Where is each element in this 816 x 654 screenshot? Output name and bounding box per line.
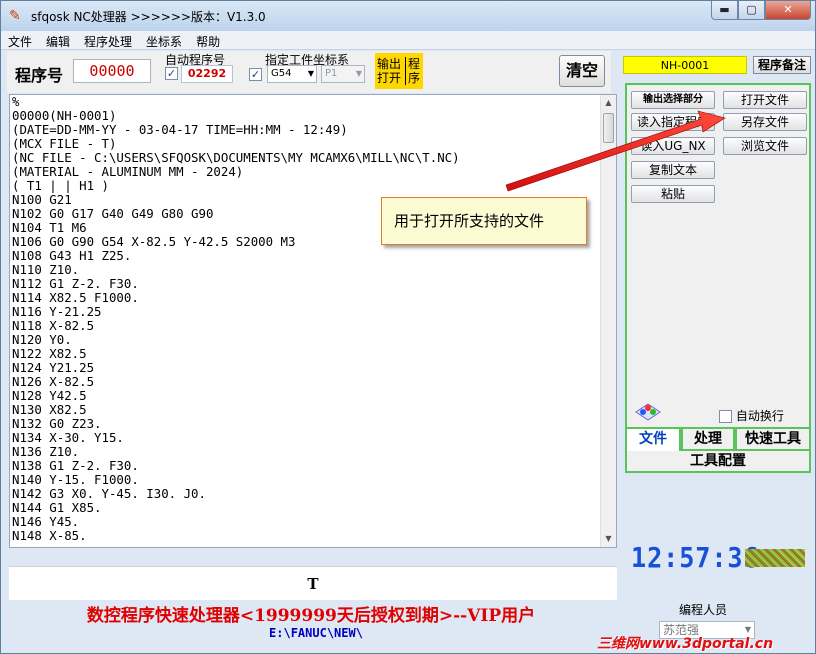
- tab-file[interactable]: 文件: [625, 427, 681, 453]
- code-line[interactable]: N142 G3 X0. Y-45. I30. J0.: [12, 487, 602, 501]
- digital-clock: 12:57:36: [631, 541, 760, 574]
- output-selection-button[interactable]: 输出选择部分: [631, 91, 715, 109]
- editor-status-line: T: [9, 566, 617, 600]
- code-line[interactable]: (NC FILE - C:\USERS\SFQOSK\DOCUMENTS\MY …: [12, 151, 602, 165]
- captcha-image: [745, 549, 805, 567]
- code-line[interactable]: N130 X82.5: [12, 403, 602, 417]
- program-number-input[interactable]: 00000: [73, 59, 151, 83]
- browse-file-button[interactable]: 浏览文件: [723, 137, 807, 155]
- program-number-label: 程序号: [15, 66, 64, 85]
- scroll-down-icon[interactable]: ▼: [601, 531, 616, 547]
- code-line[interactable]: 00000(NH-0001): [12, 109, 602, 123]
- code-line[interactable]: N134 X-30. Y15.: [12, 431, 602, 445]
- file-tools-panel: 输出选择部分 打开文件 读入指定程序 另存文件 读入UG_NX 浏览文件 复制文…: [625, 83, 811, 449]
- code-line[interactable]: (DATE=DD-MM-YY - 03-04-17 TIME=HH:MM - 1…: [12, 123, 602, 137]
- site-watermark: 三维网www.3dportal.cn: [597, 636, 774, 652]
- code-line[interactable]: N116 Y-21.25: [12, 305, 602, 319]
- code-editor[interactable]: % 00000(NH-0001) (DATE=DD-MM-YY - 03-04-17…: [9, 94, 617, 548]
- clear-button[interactable]: 清空: [559, 55, 605, 87]
- output-program-label-1: 程: [405, 57, 420, 71]
- code-line[interactable]: (MCX FILE - T): [12, 137, 602, 151]
- tab-quick-tools[interactable]: 快速工具: [735, 427, 811, 451]
- scroll-thumb[interactable]: [603, 113, 614, 143]
- work-coordinate-checkbox[interactable]: ✓: [249, 68, 262, 81]
- authorization-text: 数控程序快速处理器<1999999天后授权到期>--VIP用户: [86, 606, 536, 626]
- programmer-label: 编程人员: [679, 603, 728, 617]
- menu-bar: 文件 编辑 程序处理 坐标系 帮助: [1, 31, 815, 50]
- code-line[interactable]: N148 X-85.: [12, 529, 602, 543]
- save-as-button[interactable]: 另存文件: [723, 113, 807, 131]
- output-open-button[interactable]: 输出 打开 程 序: [375, 53, 423, 89]
- menu-coordinate-system[interactable]: 坐标系: [139, 31, 189, 49]
- code-line[interactable]: N136 Z10.: [12, 445, 602, 459]
- code-line[interactable]: N132 G0 Z23.: [12, 417, 602, 431]
- code-line[interactable]: N128 Y42.5: [12, 389, 602, 403]
- paste-button[interactable]: 粘贴: [631, 185, 715, 203]
- close-button[interactable]: ✕: [765, 1, 811, 20]
- menu-help[interactable]: 帮助: [189, 31, 227, 49]
- output-program-label-2: 序: [405, 71, 420, 85]
- output-open-label-2: 打开: [377, 71, 402, 85]
- chevron-down-icon: ▼: [307, 69, 314, 78]
- read-ug-nx-button[interactable]: 读入UG_NX: [631, 137, 715, 155]
- coordinate-p-select[interactable]: P1 ▼: [321, 65, 365, 83]
- code-line[interactable]: (MATERIAL - ALUMINUM MM - 2024): [12, 165, 602, 179]
- program-note-button[interactable]: 程序备注: [753, 56, 811, 74]
- app-window: ✎ sfqosk NC处理器 >>>>>>版本：V1.3.0 ▬ ▢ ✕ 文件 …: [0, 0, 816, 654]
- nc-code-text[interactable]: % 00000(NH-0001) (DATE=DD-MM-YY - 03-04-17…: [12, 95, 602, 547]
- menu-file[interactable]: 文件: [1, 31, 39, 49]
- auto-wrap-checkbox[interactable]: [719, 410, 732, 423]
- code-line[interactable]: N140 Y-15. F1000.: [12, 473, 602, 487]
- program-name-bar: NH-0001 程序备注: [619, 54, 811, 78]
- title-bar[interactable]: ✎ sfqosk NC处理器 >>>>>>版本：V1.3.0 ▬ ▢ ✕: [1, 1, 815, 31]
- program-toolbar: 程序号 00000 自动程序号 ✓ 02292 指定工件坐标系 ✓ G54 ▼ …: [7, 51, 611, 93]
- menu-edit[interactable]: 编辑: [39, 31, 77, 49]
- code-line[interactable]: N118 X-82.5: [12, 319, 602, 333]
- scroll-up-icon[interactable]: ▲: [601, 95, 616, 111]
- status-character: T: [307, 575, 319, 593]
- code-line[interactable]: N126 X-82.5: [12, 375, 602, 389]
- window-controls: ▬ ▢ ✕: [711, 1, 811, 21]
- coordinate-p-value: P1: [325, 68, 338, 79]
- code-line[interactable]: %: [12, 95, 602, 109]
- auto-wrap-label: 自动换行: [735, 409, 784, 423]
- auto-program-value[interactable]: 02292: [181, 65, 233, 83]
- code-line[interactable]: N124 Y21.25: [12, 361, 602, 375]
- color-palette-icon[interactable]: [635, 403, 661, 421]
- output-open-label-1: 输出: [377, 57, 402, 71]
- code-line[interactable]: N120 Y0.: [12, 333, 602, 347]
- tab-processing[interactable]: 处理: [681, 427, 735, 451]
- code-line[interactable]: N138 G1 Z-2. F30.: [12, 459, 602, 473]
- current-path: E:\FANUC\NEW\: [269, 626, 363, 640]
- code-line[interactable]: ( T1 | | H1 ): [12, 179, 602, 193]
- maximize-button[interactable]: ▢: [738, 1, 765, 20]
- code-line[interactable]: N144 G1 X85.: [12, 501, 602, 515]
- chevron-down-icon: ▼: [355, 69, 362, 78]
- window-title: sfqosk NC处理器 >>>>>>版本：V1.3.0: [31, 10, 266, 24]
- minimize-button[interactable]: ▬: [711, 1, 738, 20]
- app-logo-icon: ✎: [9, 8, 21, 24]
- code-line[interactable]: N122 X82.5: [12, 347, 602, 361]
- auto-program-group: 自动程序号 ✓ 02292: [159, 51, 239, 89]
- work-coordinate-value: G54: [271, 68, 292, 79]
- code-line[interactable]: N108 G43 H1 Z25.: [12, 249, 602, 263]
- auto-wrap-option[interactable]: 自动换行: [719, 407, 784, 424]
- menu-program-processing[interactable]: 程序处理: [77, 31, 139, 49]
- vertical-scrollbar[interactable]: ▲ ▼: [600, 95, 616, 547]
- open-file-button[interactable]: 打开文件: [723, 91, 807, 109]
- code-line[interactable]: N146 Y45.: [12, 515, 602, 529]
- tab-tool-config[interactable]: 工具配置: [625, 451, 811, 473]
- tooltip-callout: 用于打开所支持的文件: [381, 197, 587, 245]
- code-line[interactable]: N114 X82.5 F1000.: [12, 291, 602, 305]
- copy-text-button[interactable]: 复制文本: [631, 161, 715, 179]
- read-program-button[interactable]: 读入指定程序: [631, 113, 715, 131]
- code-line[interactable]: N110 Z10.: [12, 263, 602, 277]
- auto-program-checkbox[interactable]: ✓: [165, 67, 178, 80]
- panel-tabs: 文件 处理 快速工具: [625, 427, 811, 453]
- code-line[interactable]: N112 G1 Z-2. F30.: [12, 277, 602, 291]
- program-name-display: NH-0001: [623, 56, 747, 74]
- work-coordinate-select[interactable]: G54 ▼: [267, 65, 317, 83]
